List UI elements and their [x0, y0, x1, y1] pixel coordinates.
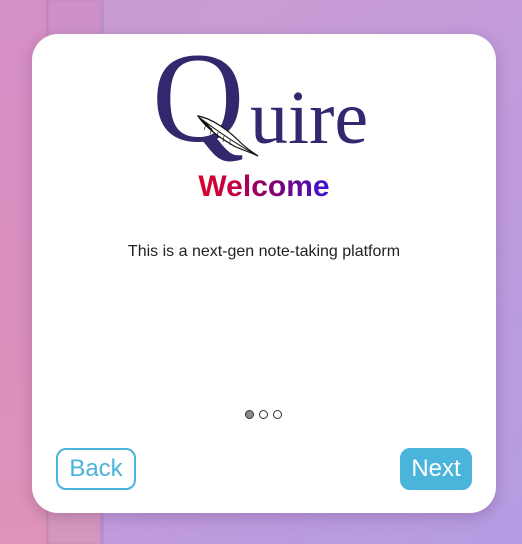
- pagination-dots: [245, 410, 282, 419]
- back-button[interactable]: Back: [56, 448, 136, 490]
- pagination-dot-2[interactable]: [259, 410, 268, 419]
- quire-logo: Q uire: [152, 34, 377, 162]
- next-button[interactable]: Next: [400, 448, 472, 490]
- welcome-title: Welcome: [32, 169, 496, 205]
- welcome-title-text: Welcome: [198, 170, 330, 203]
- onboarding-card: Q uire Welcome This is a next-gen note-t…: [32, 34, 496, 513]
- feather-quill-icon: [196, 115, 259, 157]
- pagination-dot-1[interactable]: [245, 410, 254, 419]
- pagination-dot-3[interactable]: [273, 410, 282, 419]
- logo-wordmark: uire: [250, 76, 369, 160]
- platform-description: This is a next-gen note-taking platform: [127, 243, 401, 260]
